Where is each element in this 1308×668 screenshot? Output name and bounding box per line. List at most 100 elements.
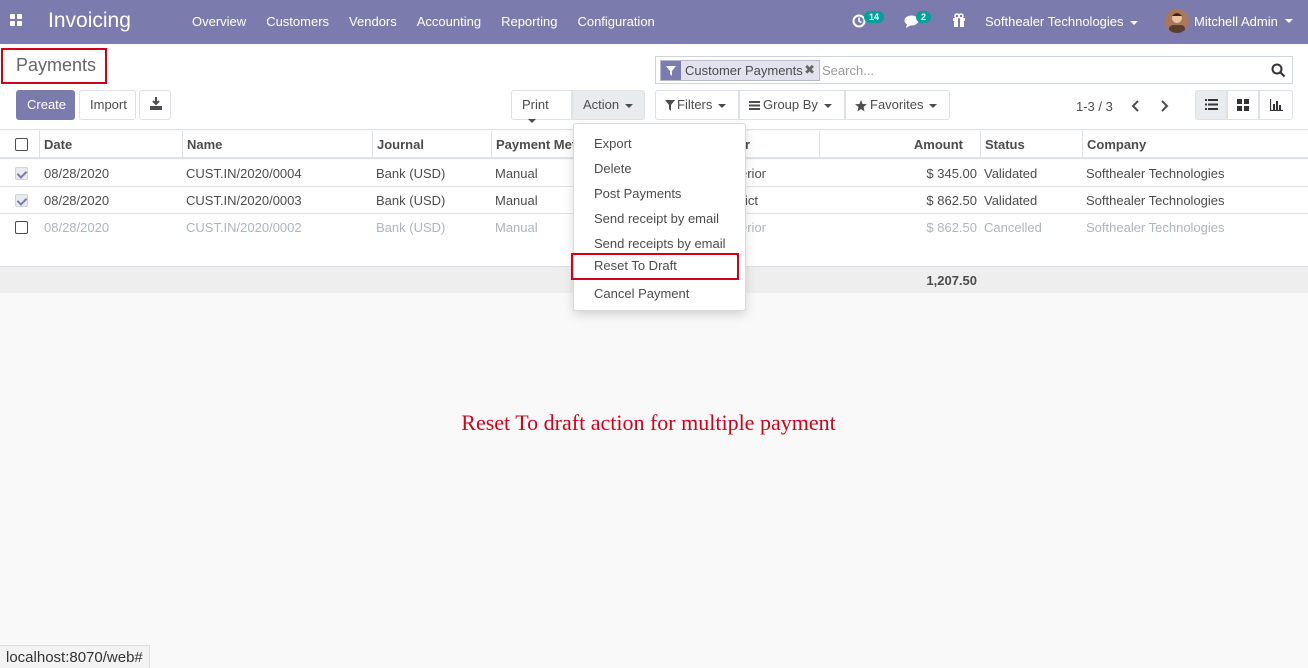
column-amount[interactable]: Amount — [824, 137, 963, 152]
action-button[interactable]: Action — [572, 90, 645, 120]
select-all-checkbox[interactable] — [15, 138, 28, 151]
cell-partner: ict — [745, 193, 758, 208]
column-payment-method[interactable]: Payment Met — [496, 137, 574, 152]
column-journal[interactable]: Journal — [377, 137, 424, 152]
apps-icon[interactable] — [8, 12, 26, 30]
column-name[interactable]: Name — [187, 137, 222, 152]
top-navbar: Invoicing Overview Customers Vendors Acc… — [0, 0, 1308, 44]
star-icon — [855, 99, 867, 112]
company-name: Softhealer Technologies — [985, 14, 1124, 29]
chevron-down-icon — [625, 103, 634, 108]
menu-item-overview[interactable]: Overview — [192, 14, 246, 29]
chevron-right-icon[interactable] — [1159, 99, 1169, 113]
chevron-down-icon — [929, 103, 938, 108]
column-divider — [491, 131, 492, 159]
action-menu: Export Delete Post Payments Send receipt… — [571, 123, 746, 311]
filter-icon — [665, 100, 675, 112]
cell-name: CUST.IN/2020/0002 — [186, 220, 302, 235]
pager-value[interactable]: 1-3 / 3 — [1076, 99, 1113, 114]
chevron-down-icon — [528, 118, 536, 123]
search-icon[interactable] — [1271, 63, 1286, 78]
favorites-label: Favorites — [870, 97, 924, 112]
filters-button[interactable]: Filters — [655, 90, 739, 120]
cell-name: CUST.IN/2020/0003 — [186, 193, 302, 208]
graph-view-button[interactable] — [1259, 90, 1293, 120]
favorites-button[interactable]: Favorites — [845, 90, 950, 120]
chevron-left-icon[interactable] — [1131, 99, 1141, 113]
group-by-button[interactable]: Group By — [739, 90, 845, 120]
company-switcher[interactable]: Softhealer Technologies — [985, 14, 1138, 29]
menu-item-delete[interactable]: Delete — [574, 156, 745, 181]
column-divider — [182, 131, 183, 159]
chevron-down-icon — [823, 103, 832, 108]
annotation-caption: Reset To draft action for multiple payme… — [461, 410, 836, 435]
kanban-view-icon — [1237, 99, 1249, 111]
create-button[interactable]: Create — [16, 90, 75, 120]
print-button[interactable]: Print — [511, 90, 572, 123]
filters-label: Filters — [677, 97, 713, 112]
user-name: Mitchell Admin — [1194, 14, 1278, 29]
kanban-view-button[interactable] — [1227, 90, 1259, 120]
menu-item-configuration[interactable]: Configuration — [577, 14, 654, 29]
messages-badge: 2 — [916, 11, 932, 23]
cell-date: 08/28/2020 — [44, 193, 110, 208]
row-checkbox[interactable] — [15, 221, 28, 234]
column-divider — [980, 131, 981, 159]
cell-name: CUST.IN/2020/0004 — [186, 166, 302, 181]
cell-amount: $ 862.50 — [926, 220, 977, 235]
cell-method: Manual — [495, 220, 538, 235]
menu-item-cancel-payment[interactable]: Cancel Payment — [574, 281, 745, 306]
menu-item-export[interactable]: Export — [574, 131, 745, 156]
cell-date: 08/28/2020 — [44, 220, 110, 235]
cell-journal: Bank (USD) — [376, 220, 446, 235]
cell-journal: Bank (USD) — [376, 166, 446, 181]
cell-method: Manual — [495, 193, 538, 208]
row-checkbox[interactable] — [15, 194, 28, 207]
chevron-down-icon — [718, 103, 727, 108]
chevron-down-icon — [1129, 20, 1138, 25]
search-facet[interactable]: Customer Payments ✖ — [660, 60, 820, 81]
total-amount: 1,207.50 — [926, 273, 977, 288]
facet-label: Customer Payments — [685, 63, 803, 78]
column-company[interactable]: Company — [1087, 137, 1146, 152]
import-button[interactable]: Import — [79, 90, 136, 120]
column-divider — [1082, 131, 1083, 159]
main-menu: Overview Customers Vendors Accounting Re… — [192, 14, 675, 29]
graph-view-icon — [1270, 99, 1283, 111]
menu-item-send-receipt[interactable]: Send receipt by email — [574, 206, 745, 231]
cell-status: Validated — [984, 166, 1038, 181]
cell-company: Softhealer Technologies — [1086, 220, 1225, 235]
app-title[interactable]: Invoicing — [48, 9, 131, 33]
menu-item-reset-to-draft[interactable]: Reset To Draft — [571, 253, 739, 280]
menu-item-reporting[interactable]: Reporting — [501, 14, 557, 29]
gift-icon[interactable] — [952, 13, 966, 27]
cell-journal: Bank (USD) — [376, 193, 446, 208]
search-bar[interactable]: Customer Payments ✖ Search... — [655, 56, 1293, 84]
chevron-down-icon — [1285, 19, 1293, 23]
download-icon — [150, 97, 162, 110]
list-icon — [749, 101, 760, 111]
cell-company: Softhealer Technologies — [1086, 193, 1225, 208]
cell-status: Cancelled — [984, 220, 1042, 235]
cell-date: 08/28/2020 — [44, 166, 110, 181]
menu-item-customers[interactable]: Customers — [266, 14, 329, 29]
menu-item-post-payments[interactable]: Post Payments — [574, 181, 745, 206]
column-divider — [39, 131, 40, 159]
column-status[interactable]: Status — [985, 137, 1025, 152]
download-button[interactable] — [139, 90, 171, 120]
search-input[interactable]: Search... — [822, 63, 874, 78]
menu-item-vendors[interactable]: Vendors — [349, 14, 397, 29]
row-checkbox[interactable] — [15, 167, 28, 180]
control-panel: Payments Create Import Print Action Filt… — [0, 44, 1308, 130]
status-url: localhost:8070/web# — [0, 645, 150, 668]
cell-amount: $ 862.50 — [926, 193, 977, 208]
close-icon[interactable]: ✖ — [804, 62, 815, 78]
avatar — [1165, 9, 1189, 33]
column-divider — [819, 131, 820, 159]
filter-icon — [661, 61, 681, 80]
cell-amount: $ 345.00 — [926, 166, 977, 181]
column-date[interactable]: Date — [44, 137, 72, 152]
menu-item-accounting[interactable]: Accounting — [417, 14, 481, 29]
list-view-button[interactable] — [1195, 90, 1227, 120]
cell-company: Softhealer Technologies — [1086, 166, 1225, 181]
